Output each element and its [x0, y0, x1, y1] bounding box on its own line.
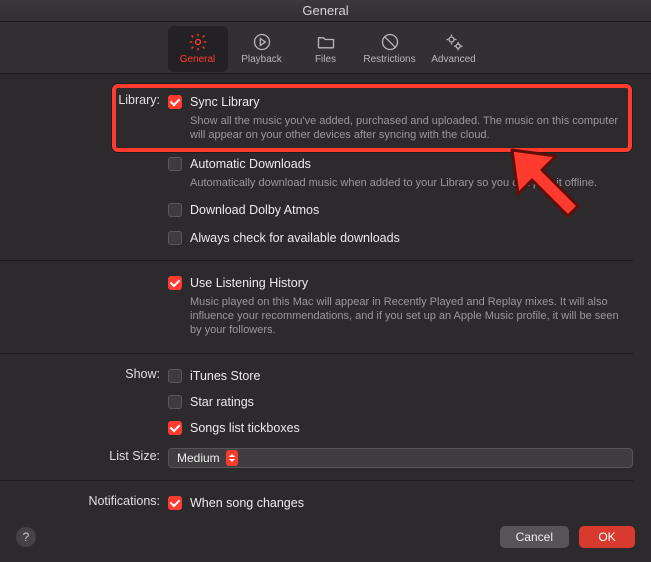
check-downloads-label: Always check for available downloads	[190, 230, 400, 246]
chevron-updown-icon	[226, 450, 238, 466]
checkbox-song-changes[interactable]	[168, 496, 182, 510]
checkbox-sync-library[interactable]	[168, 95, 182, 109]
content-area: Library: Sync Library Show all the music…	[0, 74, 651, 525]
window-title: General	[0, 0, 651, 22]
list-size-select[interactable]: Medium	[168, 448, 633, 468]
list-size-label: List Size:	[0, 448, 168, 463]
gears-icon	[444, 32, 464, 52]
tab-restrictions-label: Restrictions	[363, 54, 415, 65]
help-button[interactable]: ?	[16, 527, 36, 547]
section-show: Show: iTunes Store Star ratings Songs li…	[0, 354, 633, 481]
automatic-downloads-label: Automatic Downloads	[190, 156, 311, 172]
checkbox-listening-history[interactable]	[168, 276, 182, 290]
list-size-value: Medium	[177, 451, 220, 465]
show-label: Show:	[0, 366, 168, 381]
footer: ? Cancel OK	[0, 512, 651, 562]
tab-files-label: Files	[315, 54, 336, 65]
tab-playback-label: Playback	[241, 54, 282, 65]
listening-history-label: Use Listening History	[190, 275, 308, 291]
sync-library-label: Sync Library	[190, 94, 259, 110]
tab-general[interactable]: General	[168, 26, 228, 72]
restrict-icon	[380, 32, 400, 52]
star-ratings-label: Star ratings	[190, 394, 254, 410]
gear-icon	[188, 32, 208, 52]
checkbox-dolby-atmos[interactable]	[168, 203, 182, 217]
tab-restrictions[interactable]: Restrictions	[360, 26, 420, 72]
play-icon	[252, 32, 272, 52]
tab-advanced-label: Advanced	[431, 54, 475, 65]
checkbox-itunes-store[interactable]	[168, 369, 182, 383]
listening-history-desc: Music played on this Mac will appear in …	[168, 295, 633, 341]
tab-advanced[interactable]: Advanced	[424, 26, 484, 72]
notifications-label: Notifications:	[0, 493, 168, 508]
song-changes-label: When song changes	[190, 495, 304, 511]
checkbox-songs-tickboxes[interactable]	[168, 421, 182, 435]
ok-button[interactable]: OK	[579, 526, 635, 548]
tab-general-label: General	[180, 54, 216, 65]
tab-files[interactable]: Files	[296, 26, 356, 72]
checkbox-automatic-downloads[interactable]	[168, 157, 182, 171]
tab-playback[interactable]: Playback	[232, 26, 292, 72]
cancel-button[interactable]: Cancel	[500, 526, 569, 548]
preferences-toolbar: General Playback Files Restrictions Adva…	[0, 22, 651, 74]
dolby-atmos-label: Download Dolby Atmos	[190, 202, 319, 218]
checkbox-star-ratings[interactable]	[168, 395, 182, 409]
library-label: Library:	[0, 92, 168, 107]
checkbox-check-downloads[interactable]	[168, 231, 182, 245]
sync-library-desc: Show all the music you've added, purchas…	[168, 114, 633, 146]
songs-tickboxes-label: Songs list tickboxes	[190, 420, 300, 436]
itunes-store-label: iTunes Store	[190, 368, 260, 384]
section-library: Library: Sync Library Show all the music…	[0, 74, 633, 261]
automatic-downloads-desc: Automatically download music when added …	[168, 176, 633, 194]
folder-icon	[316, 32, 336, 52]
section-history: Use Listening History Music played on th…	[0, 261, 633, 354]
